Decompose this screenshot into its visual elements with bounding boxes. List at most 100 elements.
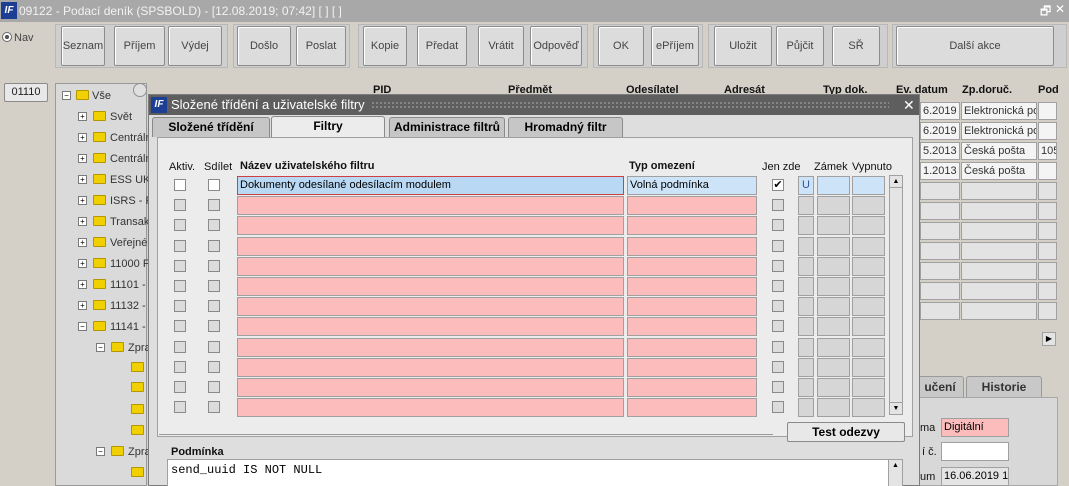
aktiv-checkbox[interactable]: [174, 300, 186, 313]
tree-expand-icon[interactable]: +: [78, 280, 87, 289]
grid-cell-delivery[interactable]: [961, 222, 1037, 240]
filters-scrollbar[interactable]: ▲ ▼: [889, 175, 903, 415]
module-code-field[interactable]: 01110: [4, 83, 48, 102]
vypnuto-field[interactable]: [852, 297, 885, 317]
grid-cell-delivery[interactable]: [961, 282, 1037, 300]
sdilet-checkbox[interactable]: [208, 320, 220, 333]
toolbar-button-13[interactable]: Půjčit: [776, 26, 824, 66]
toolbar-button-15[interactable]: Další akce: [896, 26, 1054, 66]
filter-type-field[interactable]: [627, 236, 757, 256]
detail-number-field[interactable]: [941, 442, 1009, 461]
grid-cell-date[interactable]: 1.2013: [920, 162, 960, 180]
detail-date-field[interactable]: 16.06.2019 1: [941, 467, 1009, 486]
tree-scroll-knob-icon[interactable]: [133, 83, 147, 97]
toolbar-button-14[interactable]: SŘ: [832, 26, 880, 66]
aktiv-checkbox[interactable]: [174, 280, 186, 292]
grid-cell-delivery[interactable]: [961, 242, 1037, 260]
toolbar-button-8[interactable]: Vrátit: [478, 26, 524, 66]
nav-radio[interactable]: [2, 32, 12, 42]
filter-name-field[interactable]: [237, 357, 624, 377]
tree-expand-icon[interactable]: +: [78, 133, 87, 142]
toolbar-button-9[interactable]: Odpověď: [530, 26, 582, 66]
filter-type-field[interactable]: [627, 337, 757, 357]
jen-zde-checkbox[interactable]: [772, 401, 784, 414]
aktiv-checkbox[interactable]: [174, 219, 186, 232]
grid-cell-pod[interactable]: [1038, 162, 1057, 180]
jen-zde-checkbox[interactable]: [772, 259, 784, 272]
tab-slozene-trideni[interactable]: Složené třídění: [152, 117, 270, 137]
jen-zde-checkbox[interactable]: [772, 199, 784, 212]
zamek-field[interactable]: [798, 317, 814, 337]
condition-textarea[interactable]: send_uuid IS NOT NULL ▲: [167, 459, 903, 486]
vypnuto-field[interactable]: [852, 176, 885, 195]
tab-hromadny-filtr[interactable]: Hromadný filtr: [508, 117, 623, 137]
tree-expand-icon[interactable]: +: [78, 196, 87, 205]
filter-type-field[interactable]: Volná podmínka: [627, 176, 757, 195]
jen-zde-checkbox[interactable]: [772, 300, 784, 313]
sdilet-checkbox[interactable]: [208, 199, 220, 212]
tree-expand-icon[interactable]: +: [78, 259, 87, 268]
filter-name-field[interactable]: [237, 256, 624, 276]
sdilet-checkbox[interactable]: [208, 300, 220, 313]
jen-zde-checkbox[interactable]: [772, 381, 784, 393]
grid-cell-delivery[interactable]: Česká pošta: [961, 142, 1037, 160]
grid-cell-delivery[interactable]: [961, 302, 1037, 320]
grid-cell-pod[interactable]: [1038, 262, 1057, 280]
toolbar-button-3[interactable]: Výdej: [168, 26, 222, 66]
grid-cell-pod[interactable]: [1038, 302, 1057, 320]
aktiv-checkbox[interactable]: [174, 259, 186, 272]
zamek-value-field[interactable]: [817, 176, 850, 195]
jen-zde-checkbox[interactable]: [772, 320, 784, 333]
grid-cell-delivery[interactable]: Elektronická po: [961, 102, 1037, 120]
grid-cell-date[interactable]: [920, 262, 960, 280]
tree-collapse-icon[interactable]: −: [62, 91, 71, 100]
zamek-value-field[interactable]: [817, 196, 850, 216]
aktiv-checkbox[interactable]: [174, 401, 186, 414]
jen-zde-checkbox[interactable]: [772, 280, 784, 292]
sdilet-checkbox[interactable]: [208, 381, 220, 393]
vypnuto-field[interactable]: [852, 357, 885, 377]
grid-scroll-right-icon[interactable]: ▶: [1042, 332, 1056, 346]
grid-cell-date[interactable]: [920, 182, 960, 200]
toolbar-button-7[interactable]: Předat: [417, 26, 467, 66]
zamek-field[interactable]: [798, 398, 814, 418]
tree-expand-icon[interactable]: +: [78, 154, 87, 163]
toolbar-button-2[interactable]: Příjem: [114, 26, 165, 66]
filter-type-field[interactable]: [627, 398, 757, 418]
grid-cell-pod[interactable]: 105: [1038, 142, 1057, 160]
tree-expand-icon[interactable]: +: [78, 217, 87, 226]
aktiv-checkbox[interactable]: [174, 360, 186, 373]
zamek-field[interactable]: [798, 236, 814, 256]
condition-scroll-up-icon[interactable]: ▲: [888, 460, 902, 486]
zamek-value-field[interactable]: [817, 317, 850, 337]
grid-cell-date[interactable]: [920, 202, 960, 220]
test-odezvy-button[interactable]: Test odezvy: [787, 422, 905, 442]
vypnuto-field[interactable]: [852, 196, 885, 216]
zamek-value-field[interactable]: [817, 357, 850, 377]
restore-icon[interactable]: 🗗: [1040, 2, 1051, 23]
grid-cell-delivery[interactable]: Elektronická po: [961, 122, 1037, 140]
jen-zde-checkbox[interactable]: ✔: [772, 179, 784, 191]
detail-form-field[interactable]: Digitální: [941, 418, 1009, 437]
tree-expand-icon[interactable]: −: [96, 343, 105, 352]
vypnuto-field[interactable]: [852, 378, 885, 397]
filter-name-field[interactable]: [237, 277, 624, 296]
aktiv-checkbox[interactable]: [174, 320, 186, 333]
grid-cell-delivery[interactable]: [961, 182, 1037, 200]
vypnuto-field[interactable]: [852, 337, 885, 357]
filter-name-field[interactable]: [237, 337, 624, 357]
sdilet-checkbox[interactable]: [208, 280, 220, 292]
zamek-field[interactable]: [798, 277, 814, 296]
tree-expand-icon[interactable]: +: [78, 238, 87, 247]
zamek-value-field[interactable]: [817, 216, 850, 236]
grid-cell-delivery[interactable]: [961, 202, 1037, 220]
zamek-field[interactable]: [798, 378, 814, 397]
zamek-value-field[interactable]: [817, 398, 850, 418]
filter-type-field[interactable]: [627, 277, 757, 296]
tab-ucteni[interactable]: učení: [916, 376, 964, 398]
grid-header-7[interactable]: Zp.doruč.: [962, 84, 1012, 96]
vypnuto-field[interactable]: [852, 398, 885, 418]
jen-zde-checkbox[interactable]: [772, 239, 784, 252]
zamek-value-field[interactable]: [817, 337, 850, 357]
filter-name-field[interactable]: Dokumenty odesílané odesílacím modulem: [237, 176, 624, 195]
